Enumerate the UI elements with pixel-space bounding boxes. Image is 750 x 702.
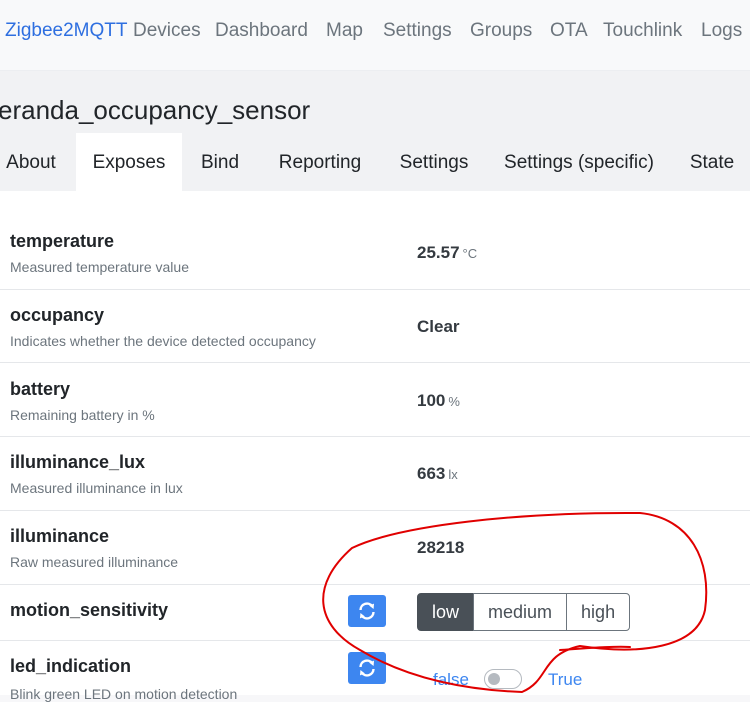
led-indication-refresh-button[interactable] xyxy=(348,652,386,684)
expose-description: Measured temperature value xyxy=(10,259,189,275)
expose-name: occupancy xyxy=(10,305,105,325)
expose-value: 25.57 °C xyxy=(417,243,478,262)
expose-name: illuminance xyxy=(10,526,110,546)
expose-row-motion-sensitivity: motion_sensitivity low medium high xyxy=(0,585,750,641)
expose-description: Remaining battery in % xyxy=(10,407,155,423)
led-false-label[interactable]: false xyxy=(433,670,469,690)
nav-map[interactable]: Map xyxy=(326,20,363,42)
tab-state[interactable]: State xyxy=(684,133,740,191)
motion-sensitivity-options: low medium high xyxy=(417,593,631,631)
brand-link[interactable]: Zigbee2MQTT xyxy=(5,20,127,42)
expose-name: battery xyxy=(10,379,71,399)
expose-row-led-indication: led_indication Blink green LED on motion… xyxy=(0,641,750,702)
expose-name: temperature xyxy=(10,231,115,251)
expose-value: 28218 xyxy=(417,538,465,557)
expose-description: Indicates whether the device detected oc… xyxy=(10,333,316,349)
tab-about[interactable]: About xyxy=(0,133,62,191)
expose-description: Raw measured illuminance xyxy=(10,554,179,570)
toggle-knob xyxy=(488,673,500,685)
nav-ota[interactable]: OTA xyxy=(550,20,588,42)
expose-value: 663 lx xyxy=(417,464,458,483)
nav-logs[interactable]: Logs xyxy=(701,20,742,42)
device-title: eranda_occupancy_sensor xyxy=(0,95,311,125)
expose-value: 100% xyxy=(417,391,460,410)
expose-row-temperature: temperature Measured temperature value 2… xyxy=(0,215,750,290)
nav-devices[interactable]: Devices xyxy=(133,20,201,42)
tab-settings[interactable]: Settings xyxy=(394,133,474,191)
motion-sensitivity-refresh-button[interactable] xyxy=(348,595,386,627)
expose-name: led_indication xyxy=(10,656,132,676)
expose-value: Clear xyxy=(417,317,460,336)
option-high[interactable]: high xyxy=(566,593,631,631)
expose-name: motion_sensitivity xyxy=(10,600,169,620)
expose-description: Blink green LED on motion detection xyxy=(10,686,238,702)
expose-row-illuminance-lux: illuminance_lux Measured illuminance in … xyxy=(0,437,750,511)
tab-bind[interactable]: Bind xyxy=(196,133,244,191)
expose-name: illuminance_lux xyxy=(10,452,146,472)
led-true-label[interactable]: True xyxy=(548,670,582,690)
expose-row-illuminance: illuminance Raw measured illuminance 282… xyxy=(0,511,750,585)
tab-exposes[interactable]: Exposes xyxy=(76,133,182,191)
nav-touchlink[interactable]: Touchlink xyxy=(603,20,682,42)
nav-settings[interactable]: Settings xyxy=(383,20,452,42)
refresh-icon xyxy=(359,659,375,677)
option-medium[interactable]: medium xyxy=(473,593,568,631)
tab-settings-specific[interactable]: Settings (specific) xyxy=(500,133,658,191)
nav-groups[interactable]: Groups xyxy=(470,20,532,42)
top-navbar: Zigbee2MQTT Devices Dashboard Map Settin… xyxy=(0,0,750,71)
led-indication-toggle[interactable] xyxy=(484,669,522,689)
tab-reporting[interactable]: Reporting xyxy=(272,133,368,191)
expose-row-occupancy: occupancy Indicates whether the device d… xyxy=(0,290,750,363)
expose-row-battery: battery Remaining battery in % 100% xyxy=(0,363,750,437)
refresh-icon xyxy=(359,602,375,620)
option-low[interactable]: low xyxy=(417,593,475,631)
expose-description: Measured illuminance in lux xyxy=(10,480,183,496)
nav-dashboard[interactable]: Dashboard xyxy=(215,20,308,42)
